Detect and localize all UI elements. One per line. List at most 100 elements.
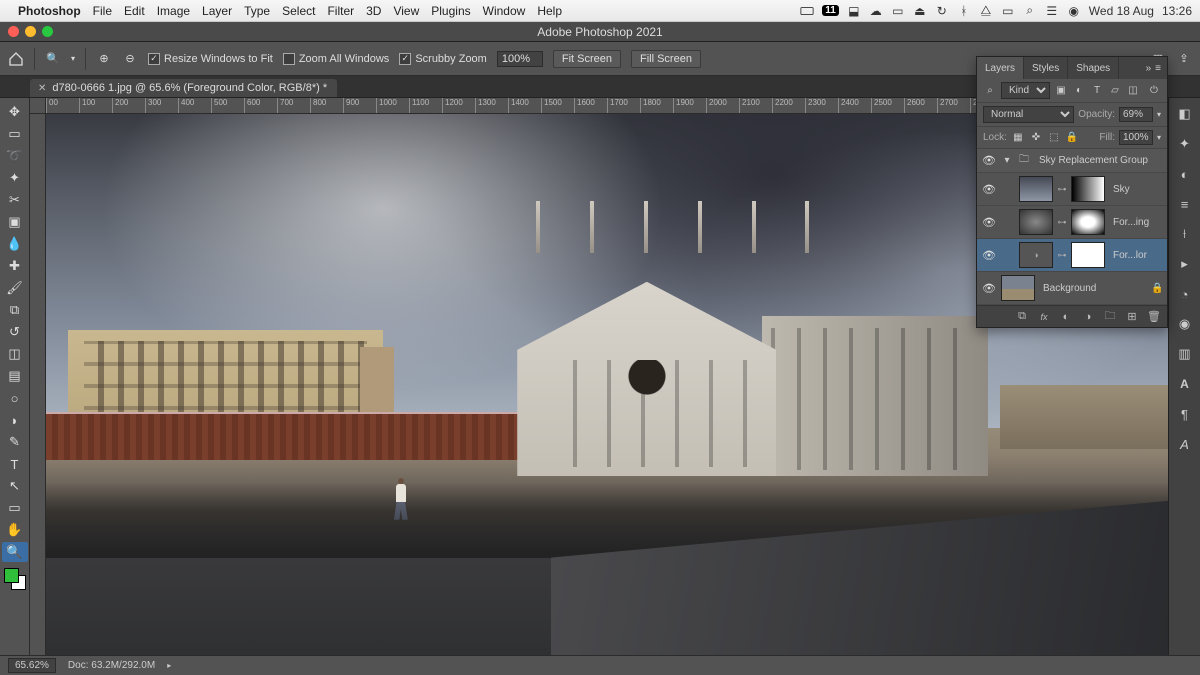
- layer-thumbnail[interactable]: [1019, 176, 1053, 202]
- visibility-icon[interactable]: 👁: [981, 154, 997, 167]
- zoom-tool[interactable]: 🔍: [2, 542, 28, 562]
- new-adjustment-icon[interactable]: ◑: [1081, 310, 1095, 324]
- eject-icon[interactable]: ⏏: [913, 4, 927, 18]
- paragraph-icon[interactable]: ¶: [1175, 404, 1195, 424]
- lock-artboard-icon[interactable]: ⬚: [1047, 131, 1061, 145]
- eraser-tool[interactable]: ◫: [2, 344, 28, 364]
- actions-play-icon[interactable]: ▸: [1175, 254, 1195, 274]
- layer-name[interactable]: Background: [1039, 283, 1147, 294]
- eyedrop-tool[interactable]: 💧: [2, 234, 28, 254]
- filter-shape-icon[interactable]: ▱: [1108, 84, 1122, 98]
- app-name[interactable]: Photoshop: [18, 4, 81, 18]
- notification-badge[interactable]: 11: [822, 5, 839, 16]
- swatches-icon[interactable]: ◉: [1175, 314, 1195, 334]
- brush-tool[interactable]: 🖌: [2, 278, 28, 298]
- control-center-icon[interactable]: ☰: [1045, 4, 1059, 18]
- visibility-icon[interactable]: 👁: [981, 249, 997, 262]
- filter-search-icon[interactable]: ⌕: [983, 84, 997, 98]
- menubar-date[interactable]: Wed 18 Aug: [1089, 4, 1154, 18]
- frame-tool[interactable]: ▣: [2, 212, 28, 232]
- menu-layer[interactable]: Layer: [202, 4, 232, 18]
- menubar-time[interactable]: 13:26: [1162, 4, 1192, 18]
- minimize-window-button[interactable]: [25, 26, 36, 37]
- heal-tool[interactable]: ✚: [2, 256, 28, 276]
- menu-help[interactable]: Help: [537, 4, 562, 18]
- zoom-all-checkbox[interactable]: Zoom All Windows: [283, 53, 389, 65]
- delete-layer-icon[interactable]: 🗑: [1147, 310, 1161, 324]
- keyboard-icon[interactable]: [800, 4, 814, 18]
- tab-shapes[interactable]: Shapes: [1068, 57, 1119, 79]
- expand-group-icon[interactable]: ▾: [1001, 155, 1013, 166]
- visibility-icon[interactable]: 👁: [981, 183, 997, 196]
- pen-tool[interactable]: ✎: [2, 432, 28, 452]
- fx-icon[interactable]: fx: [1037, 310, 1051, 324]
- display-icon[interactable]: ▭: [891, 4, 905, 18]
- ruler-vertical[interactable]: [30, 114, 46, 655]
- layer-row[interactable]: 👁⊶Sky: [977, 173, 1167, 206]
- zoom-in-icon[interactable]: ⊕: [96, 51, 112, 67]
- menu-edit[interactable]: Edit: [124, 4, 145, 18]
- search-icon[interactable]: ⌕: [1023, 4, 1037, 18]
- menu-image[interactable]: Image: [157, 4, 190, 18]
- new-group-icon[interactable]: 🗀: [1103, 310, 1117, 324]
- preset-dropdown-icon[interactable]: ▾: [71, 54, 75, 63]
- lasso-tool[interactable]: ➰: [2, 146, 28, 166]
- sync-icon[interactable]: ↻: [935, 4, 949, 18]
- zoom-value-input[interactable]: [497, 51, 543, 67]
- layer-mask-thumbnail[interactable]: [1071, 242, 1105, 268]
- opacity-input[interactable]: [1119, 107, 1153, 122]
- menu-3d[interactable]: 3D: [366, 4, 381, 18]
- filter-type-icon[interactable]: T: [1090, 84, 1104, 98]
- rect-tool[interactable]: ▭: [2, 498, 28, 518]
- lock-pixels-icon[interactable]: ▦: [1011, 131, 1025, 145]
- filter-toggle-icon[interactable]: ⏻: [1147, 84, 1161, 98]
- lock-icon[interactable]: 🔒: [1151, 283, 1163, 294]
- close-window-button[interactable]: [8, 26, 19, 37]
- mask-link-icon[interactable]: ⊶: [1057, 250, 1067, 261]
- ruler-origin[interactable]: [30, 98, 46, 114]
- gradient-tool[interactable]: ▤: [2, 366, 28, 386]
- glyphs-icon[interactable]: A: [1175, 374, 1195, 394]
- character-icon[interactable]: A: [1175, 434, 1195, 454]
- share-icon[interactable]: ⇪: [1176, 51, 1192, 67]
- battery-icon[interactable]: ▭: [1001, 4, 1015, 18]
- type-tool[interactable]: T: [2, 454, 28, 474]
- path-tool[interactable]: ↖: [2, 476, 28, 496]
- panel-menu-icon[interactable]: ≡: [1155, 63, 1161, 74]
- filter-adjust-icon[interactable]: ◐: [1072, 84, 1086, 98]
- opacity-dropdown-icon[interactable]: ▾: [1157, 110, 1161, 119]
- layer-mask-thumbnail[interactable]: [1071, 176, 1105, 202]
- layer-row[interactable]: 👁⊶For...ing: [977, 206, 1167, 239]
- zoom-tool-icon[interactable]: 🔍: [45, 51, 61, 67]
- siri-icon[interactable]: ◉: [1067, 4, 1081, 18]
- zoom-level-field[interactable]: 65.62%: [8, 658, 56, 673]
- color-swatch[interactable]: [4, 568, 26, 590]
- menu-plugins[interactable]: Plugins: [431, 4, 470, 18]
- layer-mask-thumbnail[interactable]: [1071, 209, 1105, 235]
- visibility-icon[interactable]: 👁: [981, 216, 997, 229]
- dropbox-icon[interactable]: ⬓: [847, 4, 861, 18]
- new-layer-icon[interactable]: ⊞: [1125, 310, 1139, 324]
- close-tab-icon[interactable]: ✕: [38, 83, 46, 94]
- link-layers-icon[interactable]: ⧉: [1015, 310, 1029, 324]
- layer-name[interactable]: For...lor: [1109, 250, 1163, 261]
- menu-file[interactable]: File: [93, 4, 112, 18]
- fill-dropdown-icon[interactable]: ▾: [1157, 133, 1161, 142]
- layer-thumbnail[interactable]: [1019, 209, 1053, 235]
- document-tab[interactable]: ✕ d780-0666 1.jpg @ 65.6% (Foreground Co…: [30, 79, 337, 97]
- timeline-icon[interactable]: ◔: [1175, 284, 1195, 304]
- cloud-icon[interactable]: ☁: [869, 4, 883, 18]
- menu-type[interactable]: Type: [244, 4, 270, 18]
- hand-tool[interactable]: ✋: [2, 520, 28, 540]
- filter-pixel-icon[interactable]: ▣: [1054, 84, 1068, 98]
- tab-layers[interactable]: Layers: [977, 57, 1024, 79]
- resize-windows-checkbox[interactable]: ✓Resize Windows to Fit: [148, 53, 273, 65]
- zoom-window-button[interactable]: [42, 26, 53, 37]
- fit-screen-button[interactable]: Fit Screen: [553, 50, 621, 68]
- panel-collapse-icon[interactable]: »: [1146, 63, 1152, 74]
- layer-name[interactable]: Sky: [1109, 184, 1163, 195]
- layer-name[interactable]: For...ing: [1109, 217, 1163, 228]
- fill-screen-button[interactable]: Fill Screen: [631, 50, 701, 68]
- fill-input[interactable]: [1119, 130, 1153, 145]
- home-icon[interactable]: [8, 51, 24, 67]
